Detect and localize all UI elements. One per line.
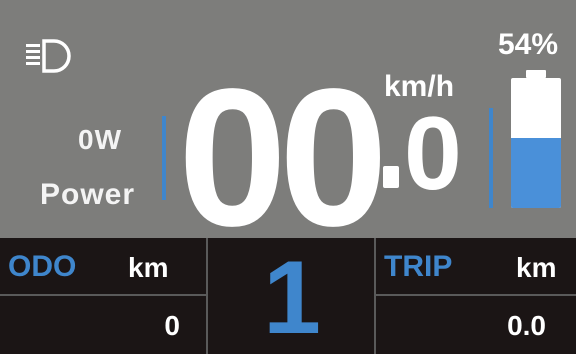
power-value: 0W xyxy=(78,124,122,155)
left-divider xyxy=(162,116,166,200)
speed-integer: 00 xyxy=(178,48,388,267)
battery-percent: 54% xyxy=(497,28,558,61)
headlight-icon[interactable] xyxy=(24,38,76,74)
odo-gear-separator xyxy=(206,238,208,354)
trip-row-separator xyxy=(376,294,576,296)
trip-label: TRIP xyxy=(384,250,453,283)
speed-decimal: 0 xyxy=(404,96,462,212)
speed-unit: km/h xyxy=(384,70,455,103)
odo-row-separator xyxy=(0,294,206,296)
main-readout-panel: 0W Power 00 0 km/h 54% xyxy=(0,0,576,256)
odo-value: 0 xyxy=(164,310,180,341)
right-divider xyxy=(489,108,493,208)
trip-info-panel: ODO km 0 1 TRIP km 0.0 xyxy=(0,238,576,354)
ebike-display: 0W Power 00 0 km/h 54% ODO km 0 1 TRIP k… xyxy=(0,0,576,354)
battery-icon xyxy=(511,70,561,208)
battery-level-fill xyxy=(511,137,561,208)
odo-unit: km xyxy=(128,252,169,283)
gear-level: 1 xyxy=(263,240,321,354)
battery-body xyxy=(511,78,561,208)
trip-value: 0.0 xyxy=(507,310,546,341)
gear-trip-separator xyxy=(374,238,376,354)
battery-cap xyxy=(526,70,546,78)
power-label: Power xyxy=(40,178,136,211)
odo-label: ODO xyxy=(8,250,77,283)
trip-unit: km xyxy=(516,252,557,283)
speed-decimal-point xyxy=(383,166,399,188)
